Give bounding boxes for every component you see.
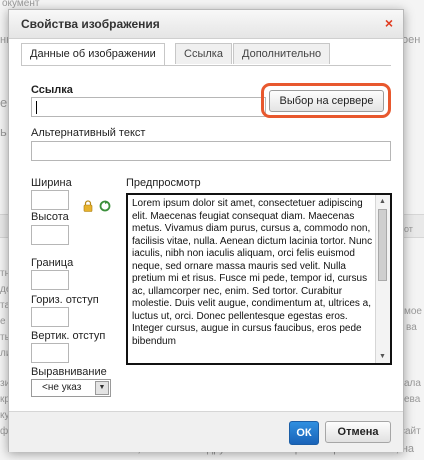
image-properties-dialog: Свойства изображения × Данные об изображ… — [8, 9, 404, 452]
hspace-input[interactable] — [31, 307, 69, 327]
dialog-titlebar[interactable]: Свойства изображения × — [9, 10, 403, 39]
tab-advanced[interactable]: Дополнительно — [233, 43, 331, 64]
highlight-annotation — [261, 83, 391, 118]
bg-text-fragment: ва — [406, 322, 417, 333]
chevron-down-icon[interactable]: ▼ — [95, 381, 109, 395]
align-label: Выравнивание — [31, 366, 107, 378]
scroll-thumb[interactable] — [378, 209, 387, 281]
tab-image-info[interactable]: Данные об изображении — [21, 43, 165, 65]
alt-text-label: Альтернативный текст — [31, 127, 146, 139]
border-label: Граница — [31, 257, 74, 269]
bg-text-fragment: окумент — [2, 0, 40, 9]
alt-text-input[interactable] — [31, 141, 391, 161]
lock-icon[interactable] — [83, 200, 93, 212]
align-select[interactable]: <не указ ▼ — [31, 379, 111, 397]
width-label: Ширина — [31, 177, 72, 189]
height-label: Высота — [31, 211, 69, 223]
vspace-input[interactable] — [31, 343, 69, 363]
bg-text-fragment: мое — [404, 306, 422, 317]
bg-text-fragment: ева — [404, 394, 421, 405]
height-input[interactable] — [31, 225, 69, 245]
text-caret — [36, 101, 37, 114]
preview-box: Lorem ipsum dolor sit amet, consectetuer… — [126, 193, 392, 365]
hspace-label: Гориз. отступ — [31, 294, 99, 306]
bg-text-fragment: от — [404, 224, 413, 234]
vspace-label: Вертик. отступ — [31, 330, 106, 342]
preview-label: Предпросмотр — [126, 177, 201, 189]
border-input[interactable] — [31, 270, 69, 290]
width-input[interactable] — [31, 190, 69, 210]
bg-text-fragment: оен — [402, 34, 421, 46]
bg-text-fragment: ала — [404, 378, 421, 389]
url-label: Ссылка — [31, 84, 73, 96]
preview-text: Lorem ipsum dolor sit amet, consectetuer… — [132, 198, 373, 347]
tab-link[interactable]: Ссылка — [175, 43, 232, 64]
align-select-value: <не указ — [42, 382, 82, 393]
dialog-title: Свойства изображения — [21, 17, 160, 31]
dialog-footer: ОК Отмена — [9, 411, 403, 452]
tab-divider — [21, 65, 391, 66]
scroll-down-icon[interactable]: ▼ — [379, 353, 386, 360]
ok-button[interactable]: ОК — [289, 421, 319, 445]
preview-scrollbar[interactable]: ▲ ▼ — [375, 195, 390, 363]
reset-size-icon[interactable] — [99, 200, 111, 212]
close-icon[interactable]: × — [385, 15, 393, 31]
url-input[interactable] — [31, 97, 266, 117]
cancel-button[interactable]: Отмена — [325, 421, 391, 443]
scroll-up-icon[interactable]: ▲ — [379, 198, 386, 205]
